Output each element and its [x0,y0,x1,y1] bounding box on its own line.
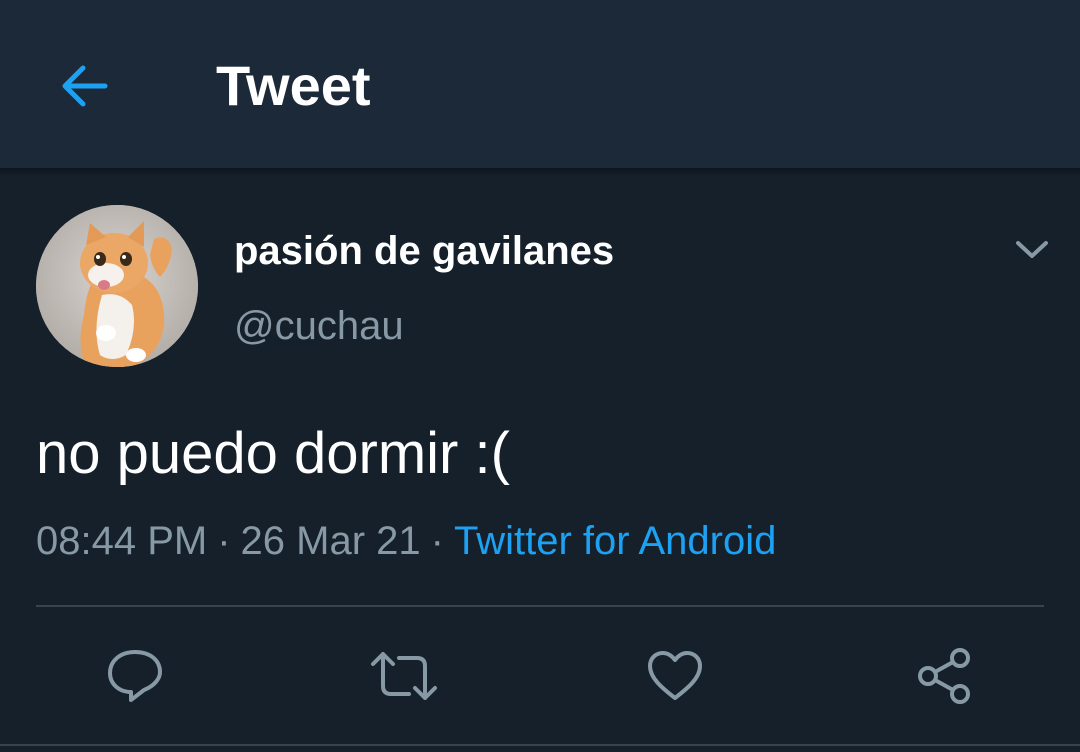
back-button[interactable] [52,54,116,118]
tweet-date: 26 Mar 21 [240,519,421,563]
bottom-divider [0,744,1080,746]
cat-avatar-image [36,205,198,367]
tweet-time: 08:44 PM [36,519,208,563]
chevron-down-icon [1016,241,1048,258]
divider [36,605,1044,607]
meta-separator: · [430,519,444,563]
more-options-button[interactable] [1008,226,1056,274]
reply-button[interactable] [99,640,171,712]
tweet-text: no puedo dormir :( [36,421,510,486]
tweet-meta: 08:44 PM · 26 Mar 21 · Twitter for Android [36,514,776,568]
display-name[interactable]: pasión de gavilanes [234,226,614,276]
share-icon [918,648,970,704]
arrow-left-icon [62,65,108,107]
page-title: Tweet [216,54,371,117]
retweet-button[interactable] [368,640,440,712]
like-icon [648,651,702,700]
reply-icon [108,650,162,702]
like-button[interactable] [639,640,711,712]
tweet-source-link[interactable]: Twitter for Android [454,519,776,563]
share-button[interactable] [908,640,980,712]
app-header: Tweet [0,0,1080,168]
retweet-icon [371,652,437,700]
meta-separator: · [217,519,231,563]
avatar[interactable] [36,205,198,367]
header-shadow [0,168,1080,176]
user-handle[interactable]: @cuchau [234,301,404,351]
